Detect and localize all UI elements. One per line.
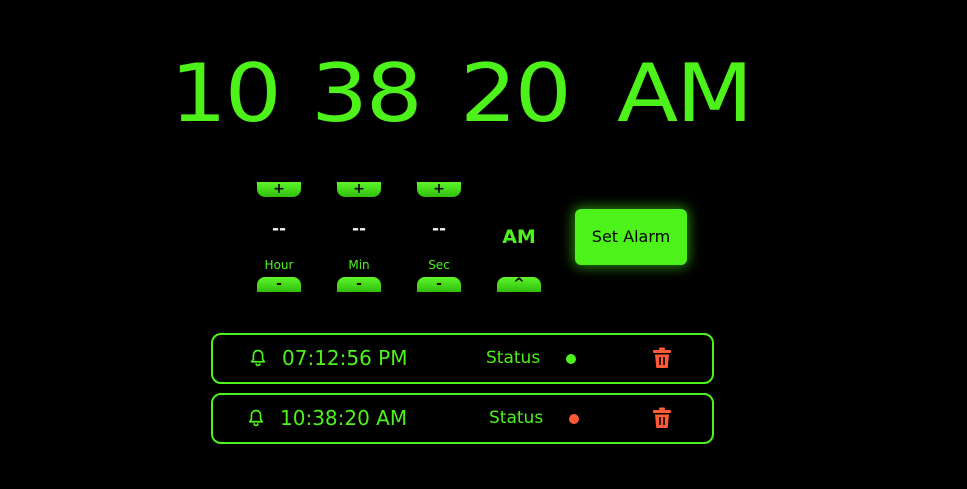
period-toggle-button[interactable]: ^ [497,277,541,292]
clock-hours: 10 [170,47,282,140]
minute-increment-button[interactable]: + [337,182,381,197]
alarm-item: 07:12:56 PM Status [211,333,714,384]
hour-decrement-button[interactable]: - [257,277,301,292]
clock-period: AM [617,47,753,140]
second-increment-button[interactable]: + [417,182,461,197]
bell-icon [248,409,264,427]
second-decrement-button[interactable]: - [417,277,461,292]
digital-clock: 10 38 20 AM [0,44,967,144]
bell-icon [250,349,266,367]
alarm-time: 07:12:56 PM [282,346,408,370]
alarm-clock-app: 10 38 20 AM + -- Hour - + -- Min - + -- … [0,0,967,489]
alarm-status-label: Status [486,348,541,368]
clock-seconds: 20 [460,47,572,140]
trash-icon[interactable] [652,407,672,429]
hour-value: -- [271,219,287,239]
clock-minutes: 38 [311,47,423,140]
second-value: -- [431,219,447,239]
trash-icon[interactable] [652,347,672,369]
minute-label: Min [348,258,370,272]
hour-label: Hour [264,258,294,272]
minute-value: -- [351,219,367,239]
alarm-status-indicator [566,354,576,364]
alarm-status-label: Status [489,408,544,428]
alarm-item: 10:38:20 AM Status [211,393,714,444]
minute-decrement-button[interactable]: - [337,277,381,292]
set-alarm-button[interactable]: Set Alarm [575,209,687,265]
period-value: AM [502,226,536,248]
alarm-time: 10:38:20 AM [280,406,408,430]
hour-increment-button[interactable]: + [257,182,301,197]
second-label: Sec [428,258,450,272]
alarm-status-indicator [569,414,579,424]
